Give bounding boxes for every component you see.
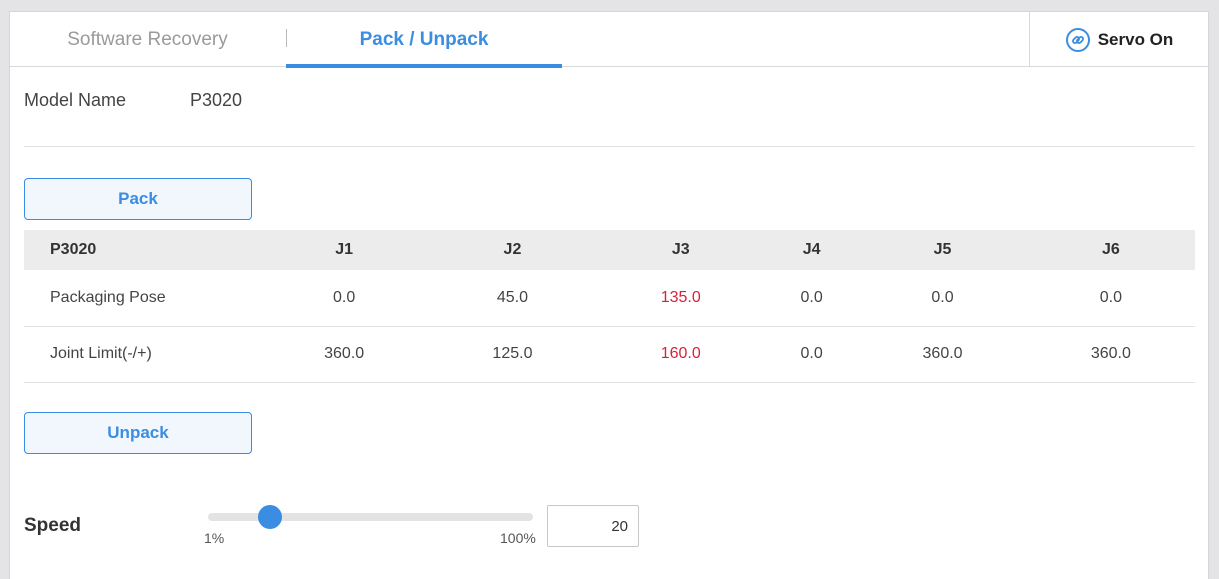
table-header-j2: J2 [428,230,597,270]
table-cell: 360.0 [858,326,1027,383]
model-name-value: P3020 [190,90,243,110]
speed-slider-thumb[interactable] [258,505,283,529]
model-divider [24,146,1195,147]
joint-table: P3020 J1 J2 J3 J4 J5 J6 Packaging Pose 0… [24,230,1195,383]
table-row-joint-limit: Joint Limit(-/+) 360.0 125.0 160.0 0.0 3… [24,326,1195,383]
tab-software-recovery[interactable]: Software Recovery [10,12,285,67]
speed-label: Speed [24,515,82,536]
table-cell: 360.0 [260,326,429,383]
row-label: Joint Limit(-/+) [24,326,260,383]
table-header-j1: J1 [260,230,429,270]
table-cell: 45.0 [428,270,597,327]
table-cell: 0.0 [764,270,859,327]
tab-software-recovery-label: Software Recovery [67,28,228,50]
tab-pack-unpack[interactable]: Pack / Unpack [286,12,562,68]
table-header-j4: J4 [764,230,859,270]
pack-button[interactable]: Pack [24,178,252,220]
page-scrollbar[interactable] [1209,11,1219,579]
tab-bar: Software Recovery Pack / Unpack Servo On [10,12,1208,68]
table-cell: 0.0 [764,326,859,383]
table-cell-highlight: 135.0 [596,270,765,327]
tab-pack-unpack-label: Pack / Unpack [359,28,489,50]
table-header-j6: J6 [1026,230,1195,270]
table-row-packaging-pose: Packaging Pose 0.0 45.0 135.0 0.0 0.0 0.… [24,270,1195,327]
joint-table-header: P3020 J1 J2 J3 J4 J5 J6 [24,230,1195,270]
table-header-model: P3020 [24,230,260,270]
speed-input[interactable] [547,505,639,547]
table-header-j5: J5 [858,230,1027,270]
pack-unpack-panel: Software Recovery Pack / Unpack Servo On… [9,11,1209,579]
table-header-j3: J3 [596,230,765,270]
servo-on-label: Servo On [1097,29,1174,49]
table-cell: 0.0 [1026,270,1195,327]
table-cell: 125.0 [428,326,597,383]
speed-max-label: 100% [500,530,536,546]
unpack-button[interactable]: Unpack [24,412,252,454]
speed-min-label: 1% [204,530,225,546]
row-label: Packaging Pose [24,270,260,327]
table-cell: 360.0 [1026,326,1195,383]
table-cell-highlight: 160.0 [596,326,765,383]
servo-link-icon [1065,27,1091,53]
servo-on-button[interactable]: Servo On [1029,12,1208,67]
model-name-label: Model Name [24,90,127,110]
table-cell: 0.0 [260,270,429,327]
speed-slider[interactable] [208,505,533,529]
table-cell: 0.0 [858,270,1027,327]
